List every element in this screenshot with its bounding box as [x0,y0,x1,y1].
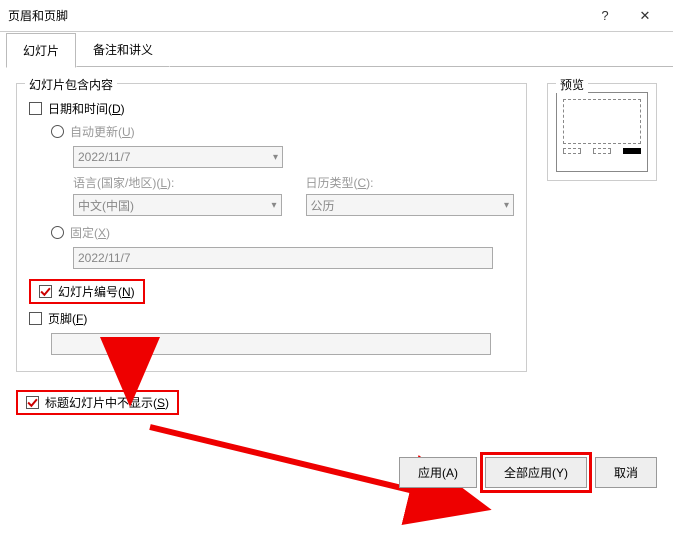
select-language: 中文(中国)▾ [73,194,282,216]
chevron-down-icon: ▾ [273,152,278,163]
label-no-title: 标题幻灯片中不显示(S) [45,394,169,411]
checkbox-datetime[interactable] [29,102,42,115]
input-footer-text [51,333,491,355]
cancel-button[interactable]: 取消 [595,457,657,488]
label-footer: 页脚(F) [48,310,87,327]
group-legend: 幻灯片包含内容 [25,76,117,93]
preview-ph-left [563,148,581,154]
label-autoupdate: 自动更新(U) [70,123,135,140]
slide-content-group: 幻灯片包含内容 日期和时间(D) 自动更新(U) 2022/11/7▾ [16,83,527,372]
highlight-slide-number: 幻灯片编号(N) [29,279,145,304]
apply-button[interactable]: 应用(A) [399,457,477,488]
preview-slide-body [563,99,641,144]
label-calendar: 日历类型(C): [306,174,515,191]
preview-group: 预览 [547,83,657,181]
close-button[interactable]: ✕ [625,8,665,24]
dialog-title: 页眉和页脚 [8,7,585,24]
radio-fixed [51,226,64,239]
checkbox-footer[interactable] [29,312,42,325]
select-calendar: 公历▾ [306,194,515,216]
preview-ph-right [623,148,641,154]
label-slide-number: 幻灯片编号(N) [58,283,135,300]
highlight-no-title: 标题幻灯片中不显示(S) [16,390,179,415]
apply-all-button[interactable]: 全部应用(Y) [485,457,587,488]
help-button[interactable]: ? [585,8,625,23]
label-fixed: 固定(X) [70,224,110,241]
checkbox-no-title[interactable] [26,396,39,409]
tab-notes[interactable]: 备注和讲义 [76,32,170,67]
radio-autoupdate [51,125,64,138]
tab-slide[interactable]: 幻灯片 [6,33,76,68]
select-date: 2022/11/7▾ [73,146,283,168]
chevron-down-icon: ▾ [504,200,509,211]
preview-box [556,92,648,172]
tab-border [170,32,673,67]
preview-ph-center [593,148,611,154]
label-datetime: 日期和时间(D) [48,100,125,117]
input-fixed-date: 2022/11/7 [73,247,493,269]
label-language: 语言(国家/地区)(L): [73,174,282,191]
preview-legend: 预览 [556,76,588,93]
chevron-down-icon: ▾ [271,200,276,211]
checkbox-slide-number[interactable] [39,285,52,298]
